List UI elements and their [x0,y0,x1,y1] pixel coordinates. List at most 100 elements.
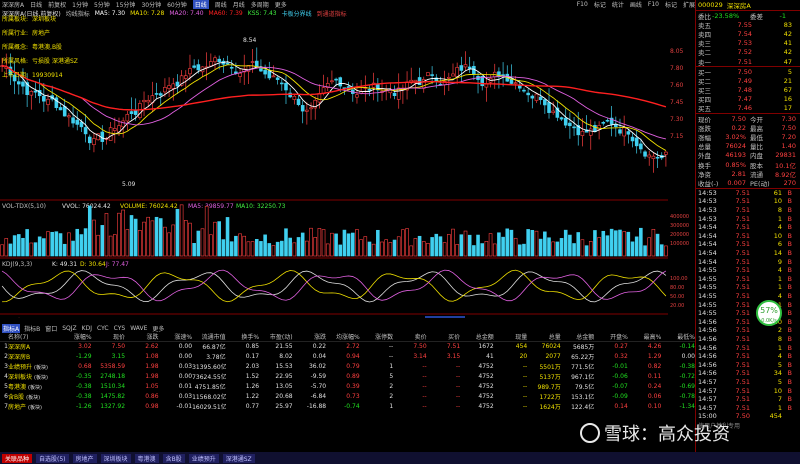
candle-body [317,93,322,103]
period-tab[interactable]: 30分钟 [141,0,161,9]
table-header[interactable]: 换手% [225,332,260,342]
kline-chart[interactable]: 8.54 5.09 VOL-TDX(5,10) VVOL: 76024.42 VOLUM… [0,18,668,318]
indicator-tab[interactable]: KDJ [81,325,93,332]
volume-bar [363,236,368,257]
table-header[interactable]: 均涨幅% [326,332,360,342]
period-tab[interactable]: 周线 [215,0,227,9]
period-tab[interactable]: 多周期 [251,0,269,9]
table-header[interactable]: 涨幅% [58,332,92,342]
table-row[interactable]: 6 含B股 (板块) -0.38 1475.82 0.86 0.03 11568.02亿 1.2… [0,392,695,402]
table-cell: 2 [389,393,394,400]
table-cell: 0.01 [178,383,193,390]
volume-bar [413,238,418,257]
table-row[interactable]: 5 粤港澳 (板块) -0.38 1510.34 1.05 0.01 4751.85亿 1.26… [0,382,695,392]
volume-bar [513,237,518,257]
bottom-tab[interactable]: 深圳板块 [100,453,131,463]
price-axis-label: 7.15 [670,133,684,140]
table-row[interactable]: 4 深圳板块 (板块) -0.35 2748.18 1.98 0.00 73624.55亿 1.… [0,372,695,382]
table-cell: 2.72 [346,343,360,351]
table-cell: 2748.18 [100,373,126,380]
volume-bar [651,228,656,257]
table-header[interactable]: 市盈(动) [259,332,293,342]
table-cell: 7.50 [413,343,427,351]
indicator-tab[interactable]: WAVE [129,325,148,332]
bottom-tab[interactable]: 业绩预升 [188,453,219,463]
toolbar-action[interactable]: F10 [577,1,588,8]
bottom-tab[interactable]: 关联品种 [2,453,33,463]
period-tab[interactable]: 前复权 [48,0,66,9]
period-tab[interactable]: 15分钟 [116,0,136,9]
volume-bar [8,243,13,257]
table-header[interactable]: 涨跌 [125,332,159,342]
indicator-tab[interactable]: SQJZ [61,325,77,332]
period-tab[interactable]: 更多 [275,0,287,9]
indicator-tab[interactable]: CYC [96,325,110,332]
table-header[interactable]: 流通市值 [192,332,226,342]
period-tab[interactable]: 日线 [192,0,209,9]
table-header[interactable]: 名称(7) [8,332,58,342]
table-header[interactable]: 总量 [527,332,561,342]
period-tab[interactable]: 60分钟 [167,0,187,9]
row-name: 粤港澳 (板块) [8,382,58,392]
table-header[interactable]: 涨跌 [292,332,327,342]
candle-body [67,115,71,118]
table-header[interactable]: 总金额 [560,332,595,342]
tick-time: 14:55 [698,309,717,318]
row-number: 6 [4,393,8,400]
table-row[interactable]: 3 业绩预升 (板块) 0.68 5358.59 1.98 0.03 31395.60亿 2.0… [0,362,695,372]
bottom-tab[interactable]: 粤港澳 [134,453,159,463]
table-header[interactable]: 最低% [661,332,695,342]
period-tab[interactable]: 深深房A [2,0,24,9]
table-row[interactable]: 1 深深房A 3.02 7.50 2.62 0.00 66.87亿 0.85 21.55 0.22… [0,342,695,352]
tick-row: 14:55 7.51 4 B [696,266,800,275]
table-cell: -1.29 [75,353,92,360]
toolbar-action[interactable]: F10 [648,1,659,8]
candle-body [639,143,643,150]
table-cell: 0.17 [245,353,260,360]
toolbar-action[interactable]: 标记 [665,0,677,9]
bottom-tab[interactable]: 自选股(5) [36,453,69,463]
candle-body [651,155,656,160]
table-row[interactable]: 7 房地产 (板块) -1.26 1327.92 0.98 -0.01 16029.51亿 0.… [0,402,695,412]
tick-price: 7.51 [735,206,750,215]
volume-bar [580,239,585,257]
period-tab[interactable]: 1分钟 [72,0,88,9]
speed-badge[interactable]: 57% 0.0K/s [756,300,782,326]
tick-row: 14:54 7.51 4 B [696,223,800,232]
period-tab[interactable]: 月线 [233,0,245,9]
table-header[interactable]: 总金额 [460,332,494,342]
bottom-tab[interactable]: 含B股 [162,453,185,463]
table-row[interactable]: 2 深深房B -1.29 3.15 1.08 0.00 3.78亿 0.17 8.02 0.04 0… [0,352,695,362]
tick-direction: B [787,343,792,352]
toolbar-action[interactable]: 统计 [612,0,624,9]
period-tab[interactable]: 日线 [30,0,42,9]
table-cell: 4752 [478,403,494,410]
volume-bar [138,230,142,257]
indicator-tab[interactable]: CYS [113,325,127,332]
volume-bar [409,245,414,257]
toolbar-action[interactable]: 标记 [594,0,606,9]
quote-stats: 现价 7.50 今开 7.30 涨跌 0.22 最高 7.50 涨幅 3.02% 最低 7.20 总量 7… [696,114,800,188]
tick-row: 14:55 7.51 4 B [696,292,800,301]
candle-body [263,69,267,75]
candle-body [121,120,125,128]
bottom-tab[interactable]: 深港通SZ [222,453,255,463]
toolbar-action[interactable]: 扩展 [683,0,695,9]
stat-value: 0.007 [727,178,746,187]
toolbar-action[interactable]: 画线 [630,0,642,9]
volume-bar [359,239,363,257]
table-header[interactable]: 涨速% [158,332,193,342]
table-header[interactable]: 现价 [91,332,126,342]
table-header[interactable]: 最高% [627,332,662,342]
candle-body [447,76,451,79]
period-tab[interactable]: 5分钟 [94,0,110,9]
table-header[interactable]: 开盘% [594,332,628,342]
table-header[interactable]: 现量 [493,332,528,342]
tick-time: 14:57 [698,403,717,412]
table-header[interactable]: 涨停数 [359,332,394,342]
table-header[interactable]: 卖价 [393,332,427,342]
bottom-tab[interactable]: 房地产 [72,453,97,463]
table-header[interactable]: 买价 [426,332,461,342]
table-cell: 1.52 [245,373,260,380]
table-header[interactable] [0,332,8,342]
